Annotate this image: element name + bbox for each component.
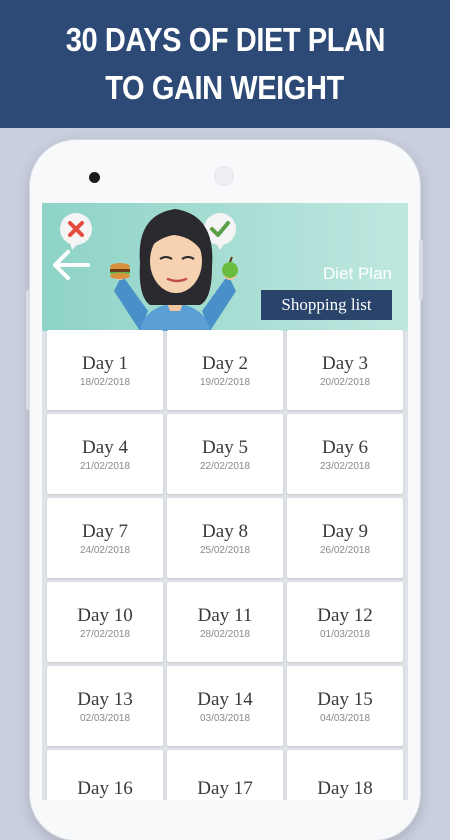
day-card[interactable]: Day 7 24/02/2018: [47, 498, 163, 578]
day-card[interactable]: Day 15 04/03/2018: [287, 666, 403, 746]
promo-banner: 30 DAYS OF DIET PLAN TO GAIN WEIGHT: [0, 0, 450, 128]
day-card[interactable]: Day 9 26/02/2018: [287, 498, 403, 578]
day-date: 25/02/2018: [199, 544, 251, 556]
day-date: 19/02/2018: [199, 376, 251, 388]
day-label: Day 16: [77, 778, 133, 799]
day-card[interactable]: Day 3 20/02/2018: [287, 330, 403, 410]
shopping-list-button[interactable]: Shopping list: [261, 290, 392, 320]
day-grid: Day 1 18/02/2018 Day 2 19/02/2018 Day 3 20/…: [47, 330, 407, 800]
day-card[interactable]: Day 13 02/03/2018: [47, 666, 163, 746]
day-date: 24/02/2018: [79, 544, 131, 556]
day-card[interactable]: Day 12 01/03/2018: [287, 582, 403, 662]
day-label: Day 15: [317, 688, 373, 710]
day-card[interactable]: Day 6 23/02/2018: [287, 414, 403, 494]
day-label: Day 1: [82, 352, 128, 374]
day-date: 22/02/2018: [199, 460, 251, 472]
phone-camera: [89, 172, 100, 183]
header-title: Diet Plan: [323, 264, 392, 283]
day-date: 01/03/2018: [319, 628, 371, 640]
app-header: Diet Plan Shopping list: [42, 203, 408, 331]
phone-side-button: [26, 290, 30, 410]
day-card[interactable]: Day 8 25/02/2018: [167, 498, 283, 578]
day-date: 27/02/2018: [79, 628, 131, 640]
day-card[interactable]: Day 4 21/02/2018: [47, 414, 163, 494]
app-screen: Diet Plan Shopping list Day 1 18/02/2018 …: [42, 203, 408, 800]
day-label: Day 7: [82, 520, 128, 542]
day-date: 23/02/2018: [319, 460, 371, 472]
day-label: Day 2: [202, 352, 248, 374]
day-label: Day 11: [197, 604, 253, 626]
back-arrow-icon[interactable]: [50, 248, 90, 282]
day-label: Day 3: [322, 352, 368, 374]
day-date: 02/03/2018: [79, 712, 131, 724]
day-date: 28/02/2018: [199, 628, 251, 640]
day-date: 04/03/2018: [319, 712, 371, 724]
day-date: 18/02/2018: [79, 376, 131, 388]
day-label: Day 12: [317, 604, 373, 626]
day-card[interactable]: Day 5 22/02/2018: [167, 414, 283, 494]
day-card[interactable]: Day 2 19/02/2018: [167, 330, 283, 410]
day-card[interactable]: Day 10 27/02/2018: [47, 582, 163, 662]
day-date: 03/03/2018: [199, 712, 251, 724]
day-date: 26/02/2018: [319, 544, 371, 556]
day-label: Day 10: [77, 604, 133, 626]
day-label: Day 9: [322, 520, 368, 542]
person-illustration: [110, 209, 238, 331]
day-card[interactable]: Day 16: [47, 750, 163, 800]
phone-sensor: [214, 166, 234, 186]
day-label: Day 4: [82, 436, 128, 458]
phone-side-button: [419, 240, 423, 300]
day-card[interactable]: Day 11 28/02/2018: [167, 582, 283, 662]
day-date: 21/02/2018: [79, 460, 131, 472]
day-label: Day 5: [202, 436, 248, 458]
day-card[interactable]: Day 17: [167, 750, 283, 800]
day-label: Day 17: [197, 778, 253, 799]
day-label: Day 14: [197, 688, 253, 710]
day-card[interactable]: Day 18: [287, 750, 403, 800]
banner-line-1: 30 DAYS OF DIET PLAN: [65, 21, 385, 58]
day-label: Day 18: [317, 778, 373, 799]
day-card[interactable]: Day 14 03/03/2018: [167, 666, 283, 746]
banner-line-2: TO GAIN WEIGHT: [105, 69, 345, 106]
day-label: Day 8: [202, 520, 248, 542]
day-card[interactable]: Day 1 18/02/2018: [47, 330, 163, 410]
day-label: Day 6: [322, 436, 368, 458]
day-date: 20/02/2018: [319, 376, 371, 388]
day-label: Day 13: [77, 688, 133, 710]
reject-x-icon: [60, 213, 92, 250]
